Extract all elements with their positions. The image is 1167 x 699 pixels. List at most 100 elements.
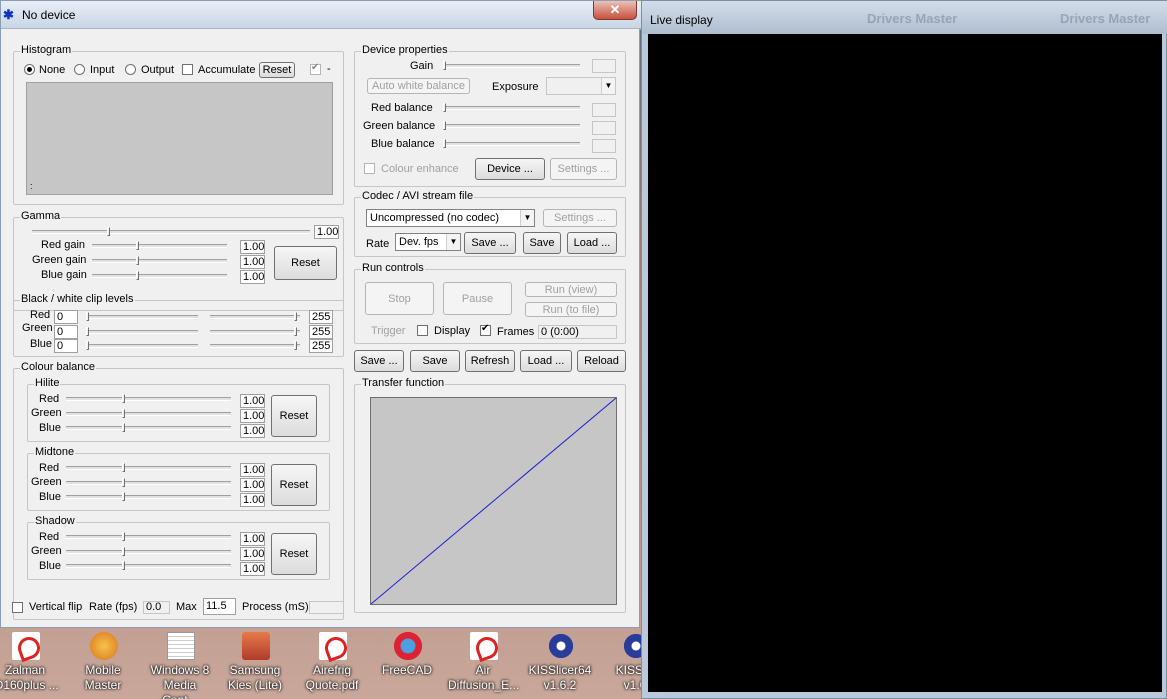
hilite-red-thumb[interactable]: [122, 394, 125, 403]
midtone-reset-button[interactable]: Reset: [271, 464, 317, 506]
desktop-icon-media-center[interactable]: Windows 8Media Cent...: [145, 628, 215, 699]
close-button[interactable]: ✕: [593, 1, 637, 20]
shadow-green-thumb[interactable]: [122, 547, 125, 556]
red-gain-thumb[interactable]: [136, 241, 139, 250]
histogram-output-radio[interactable]: [125, 64, 136, 75]
clip-red-black-value: 0: [54, 310, 78, 324]
midtone-red-slider[interactable]: [66, 463, 231, 472]
desktop-icon-freecad[interactable]: FreeCAD: [372, 628, 442, 699]
clip-blue-black-thumb[interactable]: [86, 341, 89, 350]
chevron-down-icon: ▼: [446, 234, 460, 250]
clip-green-white-thumb[interactable]: [294, 327, 297, 336]
clip-green-black-thumb[interactable]: [86, 327, 89, 336]
midtone-blue-thumb[interactable]: [122, 492, 125, 501]
auto-white-balance-button[interactable]: Auto white balance: [367, 78, 470, 94]
shadow-red-slider[interactable]: [66, 532, 231, 541]
histogram-output-label: Output: [141, 64, 175, 76]
live-display-title-bar[interactable]: Live display Drivers Master Drivers Mast…: [642, 1, 1167, 34]
shadow-green-slider[interactable]: [66, 547, 231, 556]
rate-selected: Dev. fps: [399, 236, 439, 248]
vertical-flip-checkbox[interactable]: [12, 602, 23, 613]
green-gain-thumb[interactable]: [136, 256, 139, 265]
hilite-red-slider[interactable]: [66, 394, 231, 403]
blue-balance-slider[interactable]: [443, 139, 580, 148]
clip-blue-white-slider[interactable]: [210, 341, 300, 350]
hilite-blue-slider[interactable]: [66, 423, 231, 432]
codec-save-button[interactable]: Save: [523, 232, 561, 254]
device-button[interactable]: Device ...: [475, 158, 545, 180]
hilite-blue-thumb[interactable]: [122, 423, 125, 432]
config-save-as-button[interactable]: Save ...: [354, 350, 404, 372]
gain-slider[interactable]: [443, 61, 580, 70]
codec-load-button[interactable]: Load ...: [567, 232, 617, 254]
clip-red-white-thumb[interactable]: [294, 312, 297, 321]
shortcut-icon: [90, 632, 118, 660]
red-gain-slider[interactable]: [92, 241, 227, 250]
codec-save-as-button[interactable]: Save ...: [464, 232, 516, 254]
shadow-red-thumb[interactable]: [122, 532, 125, 541]
midtone-green-thumb[interactable]: [122, 478, 125, 487]
refresh-button[interactable]: Refresh: [465, 350, 515, 372]
config-save-button[interactable]: Save: [410, 350, 460, 372]
clip-blue-black-slider[interactable]: [86, 341, 198, 350]
stop-button[interactable]: Stop: [365, 282, 434, 315]
shadow-blue-slider[interactable]: [66, 561, 231, 570]
run-to-file-button[interactable]: Run (to file): [525, 302, 617, 317]
histogram-enable-checkbox[interactable]: [310, 62, 321, 75]
codec-settings-button[interactable]: Settings ...: [543, 209, 617, 227]
codec-select[interactable]: Uncompressed (no codec) ▼: [366, 209, 535, 227]
clip-green-white-slider[interactable]: [210, 327, 300, 336]
desktop-icon-samsung-kies[interactable]: Samsung Kies (Lite): [220, 628, 290, 699]
hilite-reset-button[interactable]: Reset: [271, 395, 317, 437]
gamma-reset-button[interactable]: Reset: [274, 246, 337, 280]
blue-balance-thumb[interactable]: [443, 139, 446, 148]
desktop-icon-airefrig[interactable]: Airefrig Quote.pdf: [297, 628, 367, 699]
pause-button[interactable]: Pause: [443, 282, 512, 315]
histogram-reset-button[interactable]: Reset: [259, 62, 295, 78]
accumulate-checkbox[interactable]: [182, 64, 193, 75]
exposure-select[interactable]: ▼: [546, 77, 616, 95]
reload-button[interactable]: Reload: [577, 350, 626, 372]
hilite-green-slider[interactable]: [66, 409, 231, 418]
midtone-red-thumb[interactable]: [122, 463, 125, 472]
shadow-reset-button[interactable]: Reset: [271, 533, 317, 575]
gain-thumb[interactable]: [443, 61, 446, 70]
shadow-blue-thumb[interactable]: [122, 561, 125, 570]
green-gain-slider[interactable]: [92, 256, 227, 265]
gamma-slider[interactable]: [32, 227, 310, 236]
display-label: Display: [434, 325, 471, 337]
config-load-button[interactable]: Load ...: [520, 350, 572, 372]
display-checkbox[interactable]: [417, 325, 428, 336]
green-balance-thumb[interactable]: [443, 121, 446, 130]
hilite-green-thumb[interactable]: [122, 409, 125, 418]
histogram-input-radio[interactable]: [74, 64, 85, 75]
max-value-input[interactable]: 11.5: [203, 598, 236, 615]
desktop-icon-kisslicer64[interactable]: KISSlicer64 v1.6.2: [525, 628, 595, 699]
gamma-slider-thumb[interactable]: [107, 227, 110, 236]
desktop-icon-zalman[interactable]: ZalmanID160plus ...: [0, 628, 60, 699]
rate-select[interactable]: Dev. fps ▼: [395, 233, 461, 251]
histogram-none-radio[interactable]: [24, 64, 35, 75]
red-balance-thumb[interactable]: [443, 103, 446, 112]
desktop-icon-air-diffusion[interactable]: Air Diffusion_E...: [448, 628, 519, 699]
clip-red-black-thumb[interactable]: [86, 312, 89, 321]
colour-enhance-checkbox[interactable]: [364, 163, 375, 174]
run-view-button[interactable]: Run (view): [525, 282, 617, 297]
clip-blue-white-thumb[interactable]: [294, 341, 297, 350]
midtone-blue-slider[interactable]: [66, 492, 231, 501]
clip-green-black-slider[interactable]: [86, 327, 198, 336]
desktop-icon-mobile-master[interactable]: Mobile Master: [68, 628, 138, 699]
clip-red-black-slider[interactable]: [86, 312, 198, 321]
green-balance-slider[interactable]: [443, 121, 580, 130]
blue-gain-thumb[interactable]: [136, 271, 139, 280]
live-display-canvas[interactable]: [648, 34, 1162, 692]
chevron-down-icon: ▼: [520, 210, 534, 226]
shadow-blue-label: Blue: [39, 560, 62, 572]
device-settings-button[interactable]: Settings ...: [550, 158, 617, 180]
midtone-green-slider[interactable]: [66, 478, 231, 487]
clip-red-white-slider[interactable]: [210, 312, 300, 321]
blue-gain-slider[interactable]: [92, 271, 227, 280]
frames-checkbox[interactable]: [480, 323, 491, 336]
red-balance-slider[interactable]: [443, 103, 580, 112]
title-bar[interactable]: ✱ No device: [1, 1, 641, 29]
